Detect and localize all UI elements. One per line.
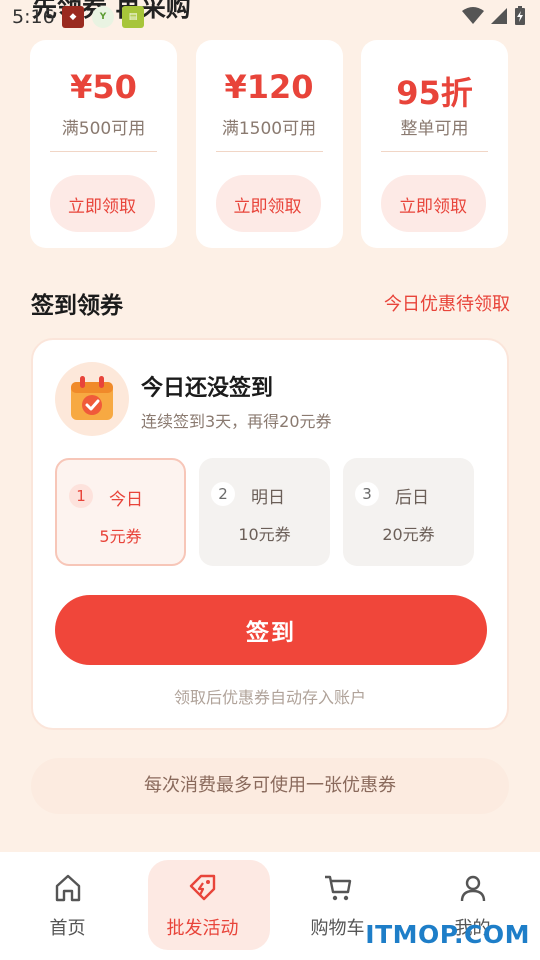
day-number: 1 xyxy=(69,484,93,508)
signin-day-tomorrow[interactable]: 2 明日 10元券 xyxy=(199,458,330,566)
coupon-divider xyxy=(50,151,157,152)
signin-day-today[interactable]: 1 今日 5元券 xyxy=(55,458,186,566)
signin-day-after-tomorrow[interactable]: 3 后日 20元券 xyxy=(343,458,474,566)
signal-icon xyxy=(491,8,507,24)
signin-day-list: 1 今日 5元券 2 明日 10元券 3 后日 20元券 xyxy=(55,458,474,566)
pending-offers-link[interactable]: 今日优惠待领取 xyxy=(384,290,510,316)
day-label: 明日 xyxy=(251,488,285,508)
signin-button[interactable]: 签到 xyxy=(55,595,487,665)
section-title: 签到领券 xyxy=(31,293,123,319)
day-label: 后日 xyxy=(395,488,429,508)
claim-coupon-button[interactable]: 立即领取 xyxy=(50,175,155,232)
coupon-value: ¥120 xyxy=(224,68,314,106)
signin-card: 今日还没签到 连续签到3天，再得20元券 1 今日 5元券 2 明日 10元券 … xyxy=(31,338,509,730)
status-bar: 5:16 ◆ Y ▤ xyxy=(0,0,540,34)
nav-item-wholesale[interactable]: 批发活动 xyxy=(135,852,270,960)
status-indicators xyxy=(462,6,526,26)
day-number: 3 xyxy=(355,482,379,506)
status-time: 5:16 xyxy=(12,6,55,28)
day-reward: 10元券 xyxy=(238,525,291,544)
coupon-list: ¥50 满500可用 立即领取 ¥120 满1500可用 立即领取 95折 整单… xyxy=(30,40,508,248)
wifi-icon xyxy=(462,7,484,24)
home-icon xyxy=(55,874,80,902)
watermark: ITMOP.COM xyxy=(365,920,530,949)
coupon-condition: 整单可用 xyxy=(400,119,469,139)
app-icon-3: ▤ xyxy=(122,6,144,28)
cart-icon xyxy=(324,875,351,901)
day-reward: 20元券 xyxy=(382,525,435,544)
coupon-card: ¥50 满500可用 立即领取 xyxy=(30,40,177,248)
signin-status-title: 今日还没签到 xyxy=(141,376,274,401)
nav-label: 首页 xyxy=(49,918,86,939)
day-label: 今日 xyxy=(109,490,143,510)
status-app-icons: ◆ Y ▤ xyxy=(62,6,144,28)
claim-coupon-button[interactable]: 立即领取 xyxy=(381,175,486,232)
tag-icon xyxy=(189,874,215,901)
coupon-value: 95折 xyxy=(396,74,473,112)
signin-note: 领取后优惠券自动存入账户 xyxy=(173,688,366,707)
app-icon-1: ◆ xyxy=(62,6,84,28)
coupon-divider xyxy=(215,151,323,152)
nav-item-home[interactable]: 首页 xyxy=(0,852,135,960)
coupon-card: ¥120 满1500可用 立即领取 xyxy=(195,40,343,248)
user-icon xyxy=(460,875,485,902)
coupon-condition: 满500可用 xyxy=(61,119,146,139)
battery-icon xyxy=(515,6,525,25)
nav-label: 购物车 xyxy=(310,918,365,939)
claim-coupon-button[interactable]: 立即领取 xyxy=(215,175,321,232)
coupon-usage-notice: 每次消费最多可使用一张优惠券 xyxy=(31,758,509,814)
coupon-divider xyxy=(381,151,488,152)
coupon-card: 95折 整单可用 立即领取 xyxy=(361,40,508,248)
nav-label: 批发活动 xyxy=(166,918,239,939)
calendar-icon xyxy=(55,362,129,436)
day-number: 2 xyxy=(211,482,235,506)
coupon-condition: 满1500可用 xyxy=(221,119,317,139)
coupon-value: ¥50 xyxy=(70,68,137,106)
app-icon-2: Y xyxy=(92,6,114,28)
day-reward: 5元券 xyxy=(99,527,142,546)
signin-status-subtitle: 连续签到3天，再得20元券 xyxy=(141,412,332,431)
